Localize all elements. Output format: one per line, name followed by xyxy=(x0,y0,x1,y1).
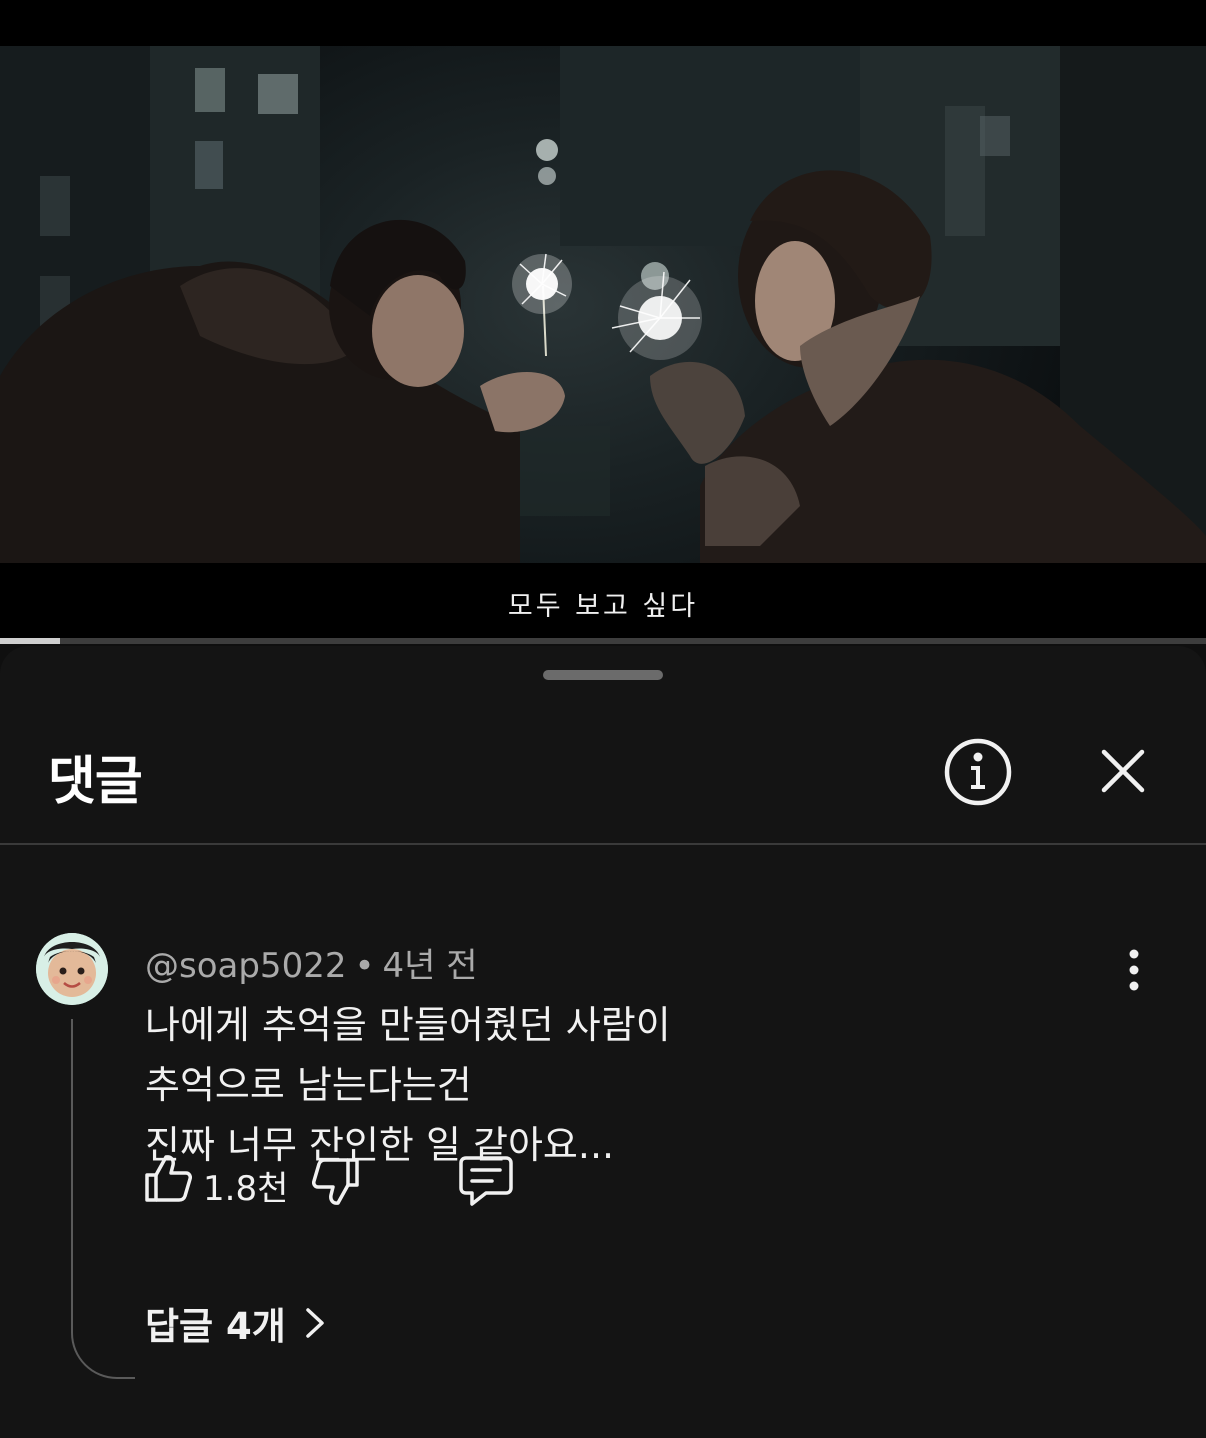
comment-text: 나에게 추억을 만들어줬던 사람이 추억으로 남는다는건 진짜 너무 잔인한 일… xyxy=(145,995,671,1175)
more-options-button[interactable] xyxy=(1118,949,1150,991)
video-frame[interactable] xyxy=(0,46,1206,563)
dislike-button[interactable] xyxy=(312,1157,360,1207)
more-vert-icon xyxy=(1129,949,1139,991)
video-progress-bar[interactable] xyxy=(0,638,1206,644)
avatar-image xyxy=(36,933,108,1005)
video-player[interactable]: 모두 보고 싶다 xyxy=(0,0,1206,644)
comment-author[interactable]: @soap5022 xyxy=(145,946,346,986)
info-button[interactable] xyxy=(943,737,1013,807)
like-count: 1.8천 xyxy=(203,1169,289,1209)
video-progress-fill xyxy=(0,638,61,644)
comments-panel: 댓글 @soap5022 • 4년 전 나에게 추억을 만들어줬던 사람이 추억… xyxy=(0,646,1206,1438)
meta-separator: • xyxy=(354,946,375,986)
comment-icon xyxy=(459,1156,513,1206)
video-scene-image xyxy=(0,46,1206,563)
panel-title: 댓글 xyxy=(48,752,143,812)
comment-line: 추억으로 남는다는건 xyxy=(145,1063,472,1107)
video-subtitle: 모두 보고 싶다 xyxy=(507,591,699,622)
view-replies-button[interactable]: 답글 4개 xyxy=(145,1296,326,1350)
info-circle-icon xyxy=(944,738,1012,806)
header-divider xyxy=(0,843,1206,845)
like-button[interactable] xyxy=(144,1153,192,1203)
thumbs-up-icon xyxy=(145,1155,192,1202)
drag-handle[interactable] xyxy=(543,670,663,680)
avatar[interactable] xyxy=(36,933,108,1005)
reply-button[interactable] xyxy=(458,1155,514,1207)
replies-label: 답글 4개 xyxy=(145,1305,286,1348)
thumbs-down-icon xyxy=(312,1158,359,1205)
comment-meta: @soap5022 • 4년 전 xyxy=(145,938,478,987)
close-button[interactable] xyxy=(1094,742,1152,800)
reply-thread-line xyxy=(71,1019,135,1379)
close-icon xyxy=(1101,749,1145,793)
comment-line: 나에게 추억을 만들어줬던 사람이 xyxy=(145,1003,671,1047)
chevron-right-icon xyxy=(306,1308,324,1338)
comment-time: 4년 전 xyxy=(382,946,478,986)
